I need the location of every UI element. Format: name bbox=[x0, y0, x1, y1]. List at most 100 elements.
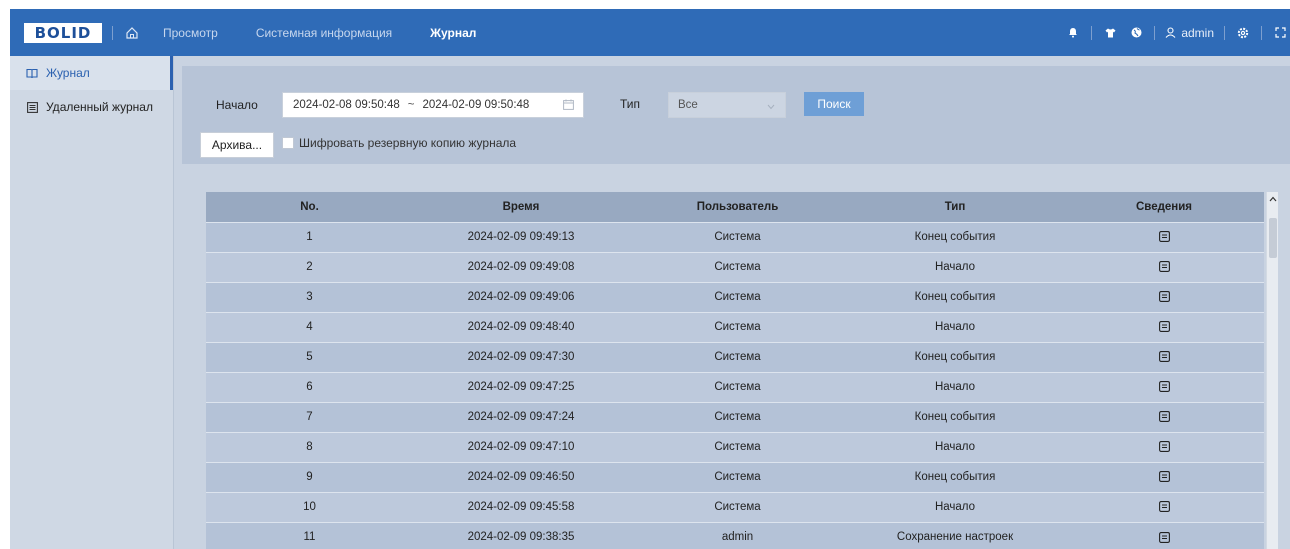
type-select-value: Все bbox=[678, 99, 698, 111]
log-table-panel: No. Время Пользователь Тип Сведения 1 202… bbox=[182, 170, 1290, 549]
row-details bbox=[1064, 281, 1264, 312]
top-right-tools: admin bbox=[1065, 9, 1288, 56]
search-button[interactable]: Поиск bbox=[804, 92, 864, 116]
table-row[interactable]: 7 2024-02-09 09:47:24 Система Конец события bbox=[206, 401, 1264, 432]
row-user: Система bbox=[629, 341, 846, 372]
column-header-time[interactable]: Время bbox=[413, 192, 629, 222]
encrypt-backup-label: Шифровать резервную копию журнала bbox=[299, 136, 517, 150]
row-no: 7 bbox=[206, 401, 413, 432]
divider bbox=[1224, 25, 1225, 40]
row-no: 2 bbox=[206, 251, 413, 282]
nav-view[interactable]: Просмотр bbox=[163, 26, 218, 40]
table-row[interactable]: 1 2024-02-09 09:49:13 Система Конец события bbox=[206, 221, 1264, 252]
table-row[interactable]: 11 2024-02-09 09:38:35 admin Сохранение нас… bbox=[206, 521, 1264, 549]
row-time: 2024-02-09 09:48:40 bbox=[413, 311, 629, 342]
row-user: Система bbox=[629, 461, 846, 492]
sidebar: Журнал Удаленный журнал bbox=[10, 56, 174, 549]
details-icon[interactable] bbox=[1158, 351, 1170, 363]
table-row[interactable]: 5 2024-02-09 09:47:30 Система Конец события bbox=[206, 341, 1264, 372]
column-header-user[interactable]: Пользователь bbox=[629, 192, 846, 222]
row-type: Конец события bbox=[846, 461, 1064, 492]
row-user: Система bbox=[629, 431, 846, 462]
details-icon[interactable] bbox=[1158, 471, 1170, 483]
row-details bbox=[1064, 341, 1264, 372]
home-icon[interactable] bbox=[123, 24, 141, 42]
divider bbox=[1261, 25, 1262, 40]
row-user: Система bbox=[629, 311, 846, 342]
row-type: Сохранение настроек bbox=[846, 521, 1064, 549]
details-icon[interactable] bbox=[1158, 501, 1170, 513]
row-details bbox=[1064, 251, 1264, 282]
table-row[interactable]: 2 2024-02-09 09:49:08 Система Начало bbox=[206, 251, 1264, 282]
type-label: Тип bbox=[620, 97, 641, 111]
row-time: 2024-02-09 09:45:58 bbox=[413, 491, 629, 522]
main-nav: Просмотр Системная информация Журнал bbox=[163, 26, 514, 40]
column-header-type[interactable]: Тип bbox=[846, 192, 1064, 222]
table-body: 1 2024-02-09 09:49:13 Система Конец события… bbox=[206, 221, 1264, 549]
sidebar-item-label: Удаленный журнал bbox=[46, 100, 153, 114]
details-icon[interactable] bbox=[1158, 411, 1170, 423]
details-icon[interactable] bbox=[1158, 321, 1170, 333]
fullscreen-icon[interactable] bbox=[1272, 25, 1288, 41]
row-no: 11 bbox=[206, 521, 413, 549]
nav-system-info[interactable]: Системная информация bbox=[256, 26, 392, 40]
row-details bbox=[1064, 461, 1264, 492]
row-type: Начало bbox=[846, 311, 1064, 342]
details-icon[interactable] bbox=[1158, 291, 1170, 303]
workspace: Журнал Удаленный журнал Начало 2024-02-0… bbox=[10, 56, 1290, 549]
row-user: Система bbox=[629, 221, 846, 252]
table-row[interactable]: 4 2024-02-09 09:48:40 Система Начало bbox=[206, 311, 1264, 342]
table-row[interactable]: 10 2024-02-09 09:45:58 Система Начало bbox=[206, 491, 1264, 522]
row-details bbox=[1064, 311, 1264, 342]
row-details bbox=[1064, 521, 1264, 549]
user-menu[interactable]: admin bbox=[1165, 26, 1214, 40]
calendar-icon[interactable] bbox=[563, 99, 575, 111]
nav-log[interactable]: Журнал bbox=[430, 26, 476, 40]
row-no: 5 bbox=[206, 341, 413, 372]
details-icon[interactable] bbox=[1158, 381, 1170, 393]
row-time: 2024-02-09 09:49:08 bbox=[413, 251, 629, 282]
type-select[interactable]: Все bbox=[668, 92, 786, 118]
details-icon[interactable] bbox=[1158, 231, 1170, 243]
column-header-no[interactable]: No. bbox=[206, 192, 413, 222]
row-no: 10 bbox=[206, 491, 413, 522]
row-time: 2024-02-09 09:38:35 bbox=[413, 521, 629, 549]
row-user: admin bbox=[629, 521, 846, 549]
sidebar-item-remote-log[interactable]: Удаленный журнал bbox=[10, 90, 173, 124]
globe-icon[interactable] bbox=[1128, 25, 1144, 41]
row-no: 9 bbox=[206, 461, 413, 492]
row-user: Система bbox=[629, 491, 846, 522]
column-header-details[interactable]: Сведения bbox=[1064, 192, 1264, 222]
details-icon[interactable] bbox=[1158, 531, 1170, 543]
details-icon[interactable] bbox=[1158, 441, 1170, 453]
date-range-input[interactable]: 2024-02-08 09:50:48 ~ 2024-02-09 09:50:4… bbox=[282, 92, 584, 118]
details-icon[interactable] bbox=[1158, 261, 1170, 273]
scroll-up-icon[interactable] bbox=[1267, 192, 1279, 206]
shirt-icon[interactable] bbox=[1102, 25, 1118, 41]
logo: BOLID bbox=[24, 22, 102, 43]
table-row[interactable]: 9 2024-02-09 09:46:50 Система Конец события bbox=[206, 461, 1264, 492]
row-user: Система bbox=[629, 281, 846, 312]
archive-button[interactable]: Архива... bbox=[200, 132, 274, 158]
encrypt-backup-checkbox[interactable] bbox=[282, 137, 294, 149]
user-icon bbox=[1165, 27, 1176, 38]
bell-icon[interactable] bbox=[1065, 25, 1081, 41]
table-row[interactable]: 6 2024-02-09 09:47:25 Система Начало bbox=[206, 371, 1264, 402]
sidebar-item-log[interactable]: Журнал bbox=[10, 56, 173, 90]
date-from: 2024-02-08 09:50:48 bbox=[293, 99, 400, 111]
row-details bbox=[1064, 491, 1264, 522]
scroll-thumb[interactable] bbox=[1269, 218, 1277, 258]
filter-panel: Начало 2024-02-08 09:50:48 ~ 2024-02-09 … bbox=[182, 66, 1290, 164]
row-user: Система bbox=[629, 371, 846, 402]
table-scrollbar[interactable] bbox=[1266, 192, 1278, 549]
row-time: 2024-02-09 09:49:13 bbox=[413, 221, 629, 252]
gear-icon[interactable] bbox=[1235, 25, 1251, 41]
row-details bbox=[1064, 371, 1264, 402]
table-row[interactable]: 8 2024-02-09 09:47:10 Система Начало bbox=[206, 431, 1264, 462]
sidebar-item-label: Журнал bbox=[46, 66, 90, 80]
table-row[interactable]: 3 2024-02-09 09:49:06 Система Конец события bbox=[206, 281, 1264, 312]
row-type: Конец события bbox=[846, 401, 1064, 432]
row-type: Конец события bbox=[846, 221, 1064, 252]
row-no: 3 bbox=[206, 281, 413, 312]
row-time: 2024-02-09 09:47:25 bbox=[413, 371, 629, 402]
